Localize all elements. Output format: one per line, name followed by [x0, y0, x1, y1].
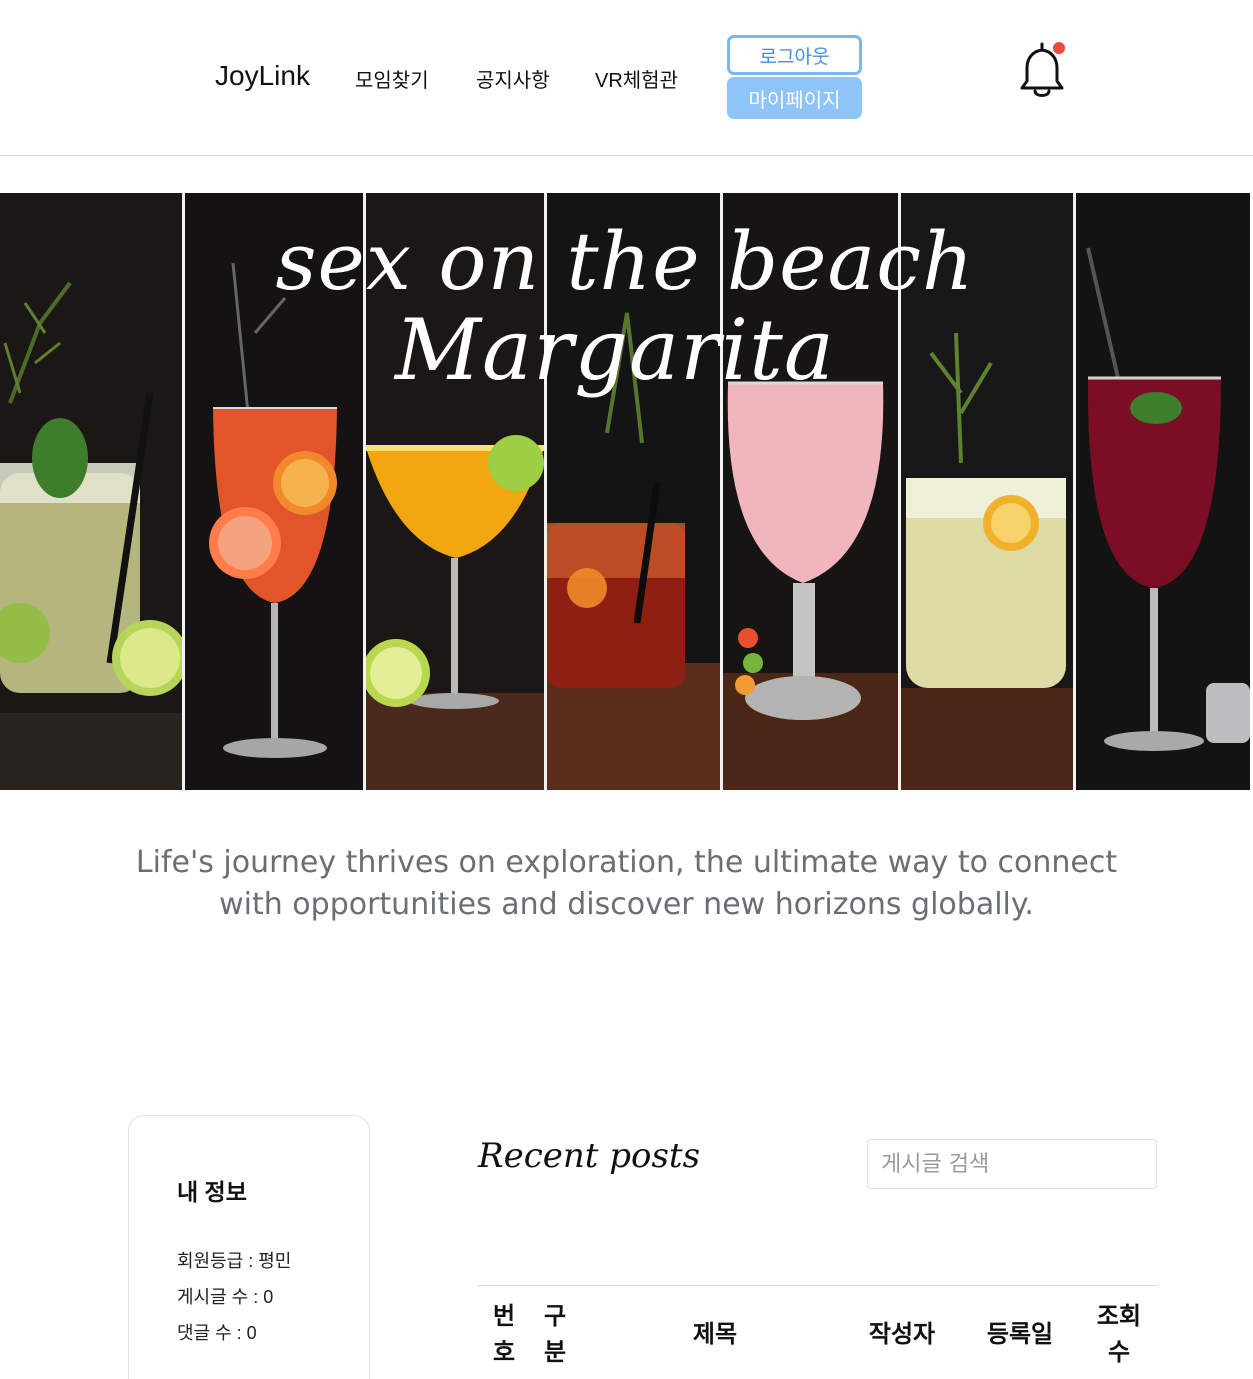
site-logo[interactable]: JoyLink	[215, 60, 310, 92]
column-header-date[interactable]: 등록일	[978, 1316, 1062, 1352]
my-info-title: 내 정보	[177, 1179, 247, 1205]
comment-count: 댓글 수 : 0	[177, 1323, 257, 1343]
top-header: JoyLink 모임찾기 공지사항 VR체험관 로그아웃 마이페이지	[0, 0, 1253, 156]
cocktail-panel-margarita	[366, 193, 544, 790]
cocktail-panel-spritz	[185, 193, 363, 790]
logout-button[interactable]: 로그아웃	[727, 35, 862, 75]
notification-dot	[1053, 42, 1065, 54]
nav-notices[interactable]: 공지사항	[476, 64, 550, 93]
recent-posts-heading: Recent posts	[478, 1136, 701, 1176]
column-header-number-line-1: 번	[492, 1302, 516, 1330]
column-header-views-line-2: 수	[1107, 1338, 1131, 1366]
nav-vr-experience[interactable]: VR체험관	[595, 64, 678, 93]
mypage-button[interactable]: 마이페이지	[727, 77, 862, 119]
column-header-category-line-1: 구	[543, 1302, 567, 1330]
table-header-divider	[478, 1285, 1157, 1286]
column-header-category[interactable]: 구 분	[539, 1298, 571, 1370]
cocktail-panel-negroni	[547, 193, 720, 790]
column-header-title[interactable]: 제목	[680, 1316, 750, 1352]
my-info-card: 내 정보 회원등급 : 평민 게시글 수 : 0 댓글 수 : 0	[128, 1115, 370, 1379]
cocktail-panel-sangria	[1076, 193, 1250, 790]
column-header-number-line-2: 호	[492, 1338, 516, 1366]
column-header-number[interactable]: 번 호	[488, 1298, 520, 1370]
hero-banner: sex on the beach Margarita	[0, 193, 1250, 790]
column-header-views-line-1: 조회	[1096, 1302, 1142, 1330]
cocktail-panel-lemonade	[901, 193, 1073, 790]
column-header-views[interactable]: 조회 수	[1090, 1298, 1148, 1370]
column-header-author[interactable]: 작성자	[860, 1316, 944, 1352]
post-search-input[interactable]	[867, 1139, 1157, 1189]
cocktail-panel-mojito	[0, 193, 182, 790]
tagline-text: Life's journey thrives on exploration, t…	[135, 845, 1118, 922]
post-count: 게시글 수 : 0	[177, 1287, 274, 1307]
member-grade: 회원등급 : 평민	[177, 1251, 292, 1271]
cocktail-panel-milkshake	[723, 193, 898, 790]
nav-find-meetings[interactable]: 모임찾기	[355, 64, 429, 93]
column-header-category-line-2: 분	[543, 1338, 567, 1366]
